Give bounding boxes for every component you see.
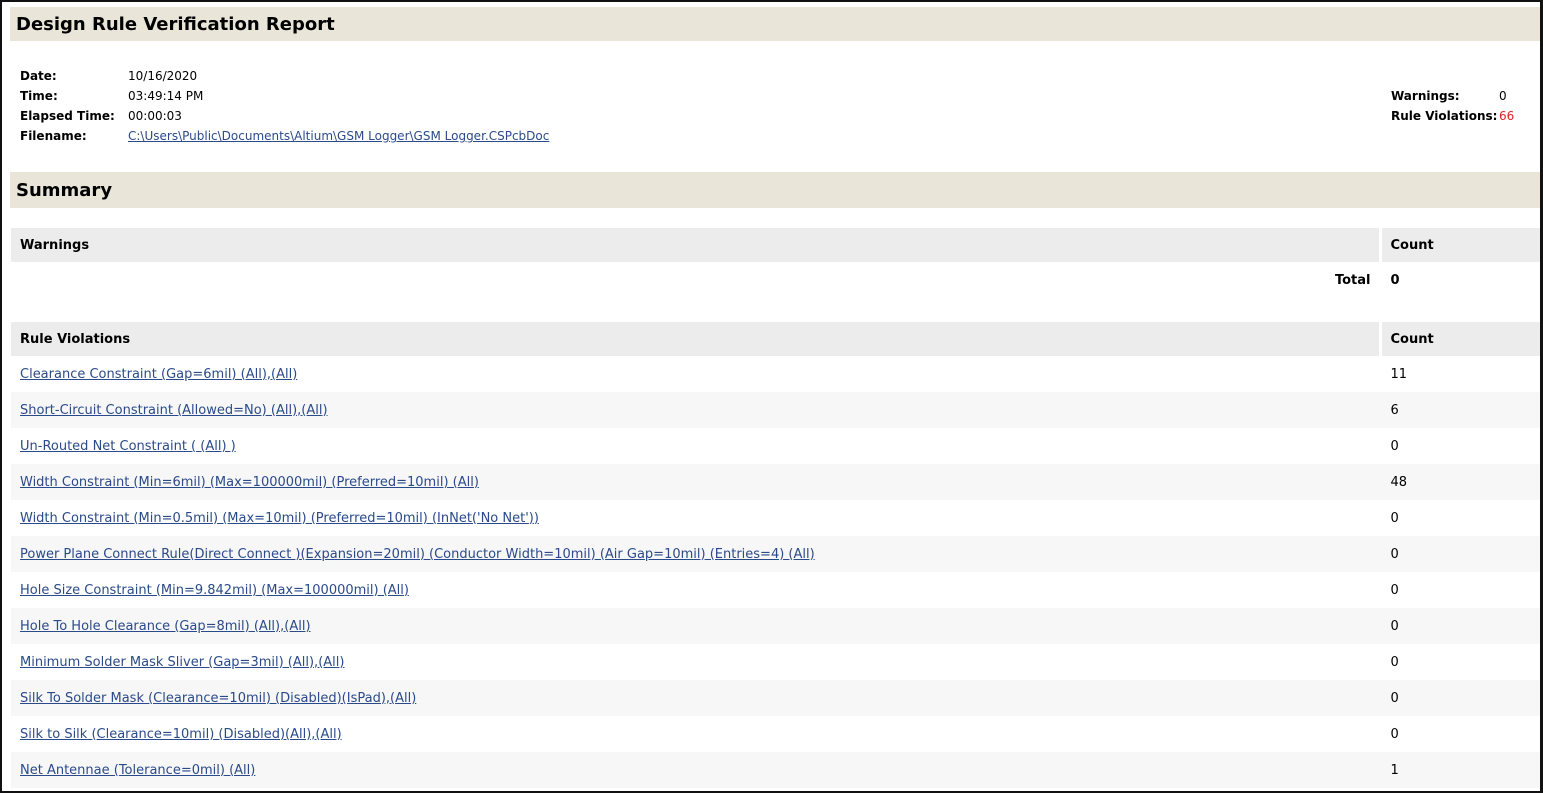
rule-link[interactable]: Silk to Silk (Clearance=10mil) (Disabled… <box>20 727 342 742</box>
table-row: Hole Size Constraint (Min=9.842mil) (Max… <box>11 572 1540 608</box>
rule-count: 48 <box>1380 464 1540 500</box>
warnings-table: Warnings Count Total 0 <box>11 228 1540 298</box>
rule-count: 0 <box>1380 536 1540 572</box>
elapsed-label: Elapsed Time: <box>20 109 115 123</box>
rule-cell: Minimum Solder Mask Sliver (Gap=3mil) (A… <box>11 644 1380 680</box>
violations-table: Rule Violations Count Clearance Constrain… <box>11 322 1540 788</box>
filename-link[interactable]: C:\Users\Public\Documents\Altium\GSM Log… <box>128 129 549 143</box>
report-frame: Design Rule Verification Report Date: 10/… <box>0 0 1543 793</box>
table-row: Width Constraint (Min=0.5mil) (Max=10mil… <box>11 500 1540 536</box>
warnings-header: Warnings <box>11 228 1380 262</box>
table-row: Silk To Solder Mask (Clearance=10mil) (D… <box>11 680 1540 716</box>
rule-count: 0 <box>1390 510 1399 526</box>
rule-cell: Net Antennae (Tolerance=0mil) (All) <box>11 752 1380 788</box>
rule-count: 0 <box>1390 582 1399 598</box>
violations-label: Rule Violations: <box>1391 109 1498 123</box>
warnings-label: Warnings: <box>1391 89 1460 103</box>
table-row: Power Plane Connect Rule(Direct Connect … <box>11 536 1540 572</box>
rule-cell: Short-Circuit Constraint (Allowed=No) (A… <box>11 392 1380 428</box>
rule-cell: Hole Size Constraint (Min=9.842mil) (Max… <box>11 572 1380 608</box>
rule-link[interactable]: Clearance Constraint (Gap=6mil) (All),(A… <box>20 367 297 382</box>
rule-cell: Un-Routed Net Constraint ( (All) ) <box>11 428 1380 464</box>
warnings-count-header: Count <box>1378 228 1540 262</box>
table-row: Short-Circuit Constraint (Allowed=No) (A… <box>11 392 1540 428</box>
report-totals: Warnings: 0 Rule Violations: 66 <box>1391 86 1514 126</box>
table-row: Net Antennae (Tolerance=0mil) (All) 1 <box>11 752 1540 788</box>
rule-link[interactable]: Un-Routed Net Constraint ( (All) ) <box>20 439 236 454</box>
violations-value: 66 <box>1499 109 1515 123</box>
table-row: Silk to Silk (Clearance=10mil) (Disabled… <box>11 716 1540 752</box>
rule-link[interactable]: Power Plane Connect Rule(Direct Connect … <box>20 547 815 562</box>
table-row: Clearance Constraint (Gap=6mil) (All),(A… <box>11 356 1540 392</box>
time-label: Time: <box>20 89 58 103</box>
rule-count: 0 <box>1390 726 1399 742</box>
time-value: 03:49:14 PM <box>128 89 204 103</box>
rule-link[interactable]: Hole To Hole Clearance (Gap=8mil) (All),… <box>20 619 311 634</box>
rule-cell: Width Constraint (Min=0.5mil) (Max=10mil… <box>11 500 1380 536</box>
violations-header: Rule Violations <box>11 322 1380 356</box>
rule-count: 0 <box>1380 608 1540 644</box>
rule-link[interactable]: Minimum Solder Mask Sliver (Gap=3mil) (A… <box>20 655 344 670</box>
filename-label: Filename: <box>20 129 87 143</box>
rule-count: 6 <box>1380 392 1540 428</box>
rule-link[interactable]: Width Constraint (Min=6mil) (Max=100000m… <box>20 475 479 490</box>
rule-link[interactable]: Short-Circuit Constraint (Allowed=No) (A… <box>20 403 328 418</box>
rule-cell: Silk To Solder Mask (Clearance=10mil) (D… <box>11 680 1380 716</box>
rule-cell: Width Constraint (Min=6mil) (Max=100000m… <box>11 464 1380 500</box>
report-title: Design Rule Verification Report <box>10 7 1540 41</box>
rule-count: 0 <box>1380 680 1540 716</box>
rule-link[interactable]: Silk To Solder Mask (Clearance=10mil) (D… <box>20 691 416 706</box>
table-row: Minimum Solder Mask Sliver (Gap=3mil) (A… <box>11 644 1540 680</box>
summary-title: Summary <box>10 172 1540 208</box>
rule-count: 11 <box>1390 366 1408 382</box>
rule-link[interactable]: Hole Size Constraint (Min=9.842mil) (Max… <box>20 583 409 598</box>
total-value: 0 <box>1390 272 1400 288</box>
violations-count-header: Count <box>1378 322 1540 356</box>
table-row: Width Constraint (Min=6mil) (Max=100000m… <box>11 464 1540 500</box>
table-row: Hole To Hole Clearance (Gap=8mil) (All),… <box>11 608 1540 644</box>
rule-link[interactable]: Width Constraint (Min=0.5mil) (Max=10mil… <box>20 511 539 526</box>
date-value: 10/16/2020 <box>128 69 198 83</box>
report-info: Date: 10/16/2020 Time: 03:49:14 PM Elapsed… <box>20 66 549 146</box>
total-label: Total <box>1334 272 1371 288</box>
rule-count: 1 <box>1380 752 1540 788</box>
rule-cell: Hole To Hole Clearance (Gap=8mil) (All),… <box>11 608 1380 644</box>
date-label: Date: <box>20 69 57 83</box>
rule-cell: Silk to Silk (Clearance=10mil) (Disabled… <box>11 716 1380 752</box>
rule-cell: Clearance Constraint (Gap=6mil) (All),(A… <box>11 356 1380 392</box>
elapsed-value: 00:00:03 <box>128 109 182 123</box>
rule-link[interactable]: Net Antennae (Tolerance=0mil) (All) <box>20 763 255 778</box>
rule-cell: Power Plane Connect Rule(Direct Connect … <box>11 536 1380 572</box>
rule-count: 0 <box>1390 654 1399 670</box>
rule-count: 0 <box>1390 438 1399 454</box>
table-row: Un-Routed Net Constraint ( (All) ) 0 <box>11 428 1540 464</box>
warnings-value: 0 <box>1499 89 1507 103</box>
